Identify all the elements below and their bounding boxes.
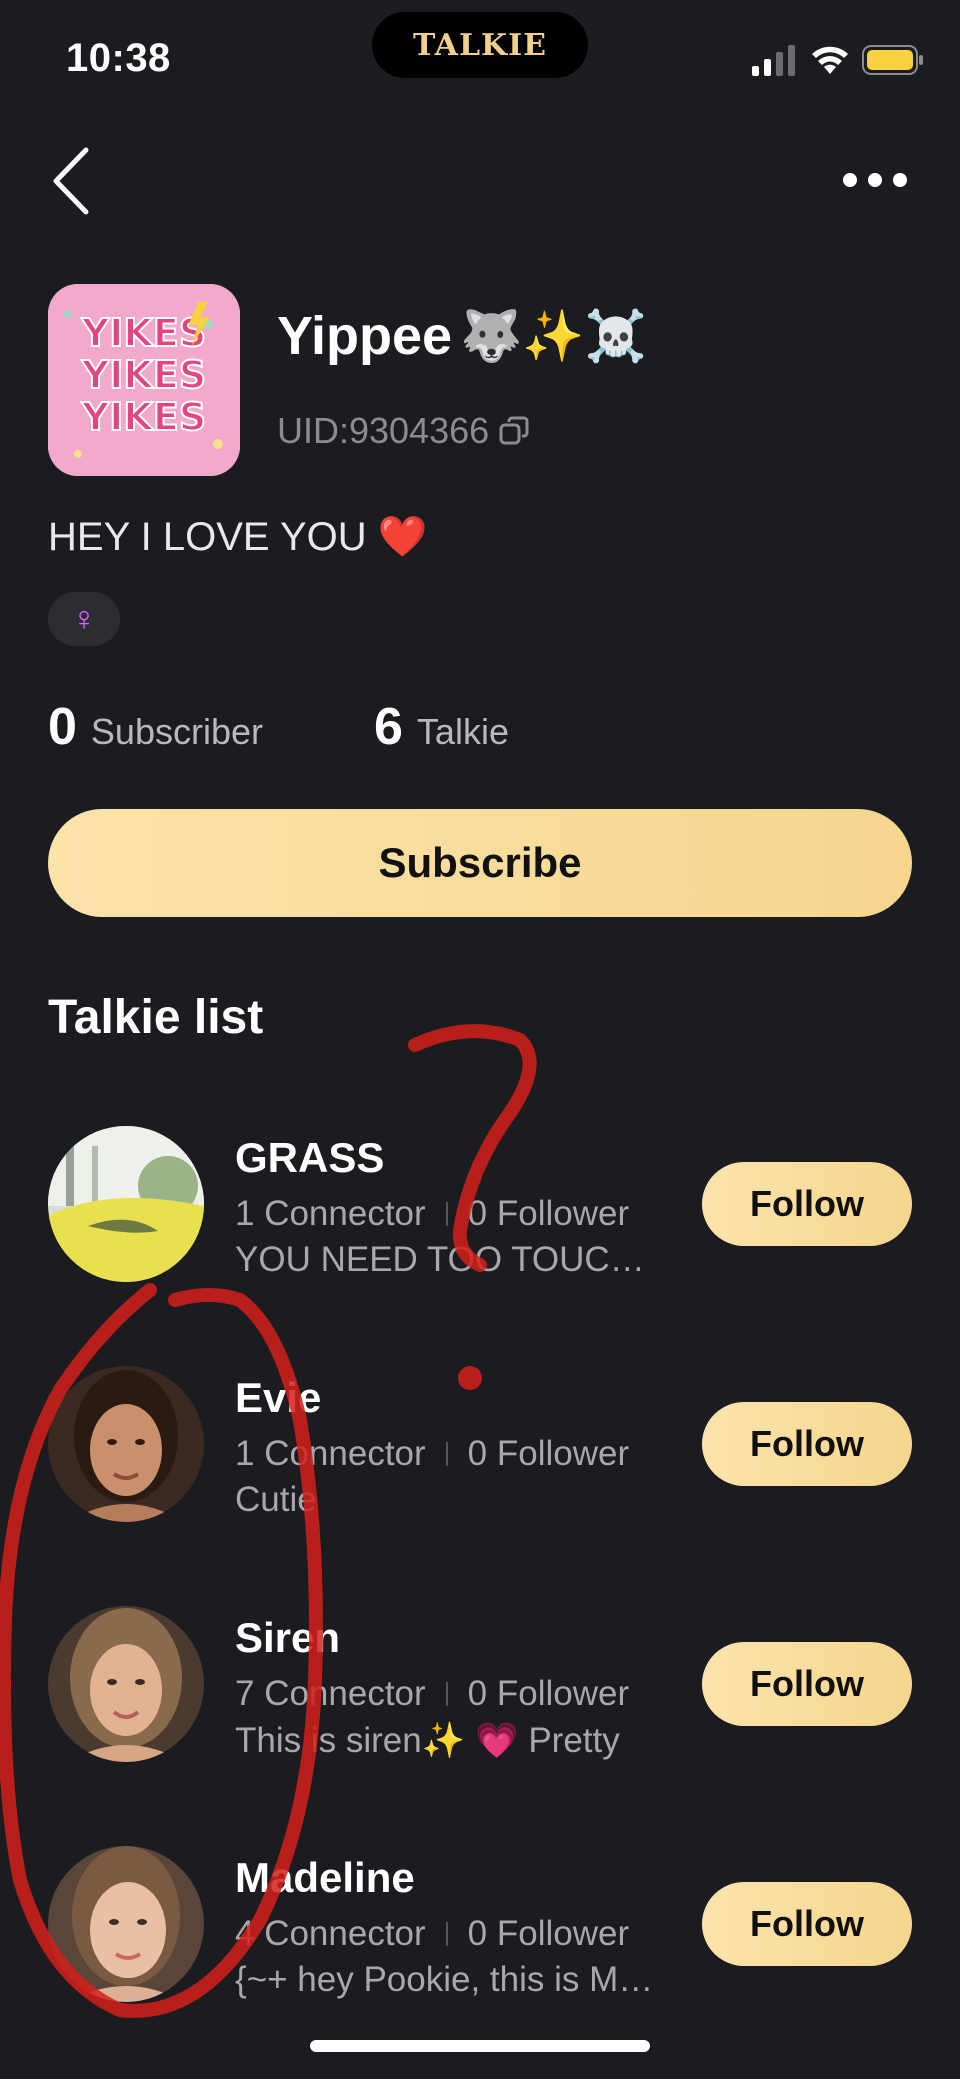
talkie-list-item[interactable]: Evie 1 Connector 0 Follower Cutie Follow [0, 1366, 960, 1566]
divider [445, 1442, 448, 1466]
talkie-label: Talkie [416, 711, 509, 752]
talkie-count: 6 [374, 698, 403, 756]
follow-button[interactable]: Follow [702, 1402, 912, 1486]
follow-button[interactable]: Follow [702, 1642, 912, 1726]
more-options-icon[interactable] [842, 172, 908, 188]
home-indicator [310, 2040, 650, 2052]
woman-avatar [48, 1606, 204, 1762]
follower-count: 0 Follower [467, 1674, 630, 1713]
subscriber-count: 0 [48, 698, 77, 756]
svg-text:YIKES: YIKES [81, 395, 206, 439]
follower-count: 0 Follower [467, 1194, 630, 1233]
subscriber-stat: 0 Subscriber [48, 697, 263, 757]
follow-button[interactable]: Follow [702, 1162, 912, 1246]
wifi-icon [812, 46, 848, 74]
woman-avatar [48, 1366, 204, 1522]
status-time: 10:38 [66, 36, 171, 80]
talkie-logo: TALKIE [412, 27, 548, 63]
battery-icon [862, 45, 923, 75]
talkie-list-title: Talkie list [48, 991, 264, 1044]
talkie-description: Cutie [235, 1480, 317, 1519]
talkie-stats: 1 Connector 0 Follower [235, 1434, 629, 1474]
divider [445, 1682, 448, 1706]
profile-name-text: Yippee [277, 306, 453, 366]
connector-count: 1 Connector [235, 1194, 426, 1233]
subscribe-button[interactable]: Subscribe [48, 809, 912, 917]
svg-text:YIKES: YIKES [81, 311, 206, 355]
talkie-list-item[interactable]: Madeline 4 Connector 0 Follower {~+ hey P… [0, 1846, 960, 2046]
talkie-description: This is siren✨ 💗 Pretty [235, 1721, 620, 1760]
talkie-stats: 1 Connector 0 Follower [235, 1194, 629, 1234]
divider [445, 1922, 448, 1946]
divider [445, 1202, 448, 1226]
talkie-name: Siren [235, 1614, 341, 1661]
female-icon: ♀ [71, 599, 97, 638]
follower-count: 0 Follower [467, 1434, 630, 1473]
talkie-stat: 6 Talkie [374, 697, 509, 757]
connector-count: 1 Connector [235, 1434, 426, 1473]
talkie-name: Madeline [235, 1854, 415, 1901]
talkie-name: Evie [235, 1374, 322, 1421]
copy-icon[interactable] [499, 416, 529, 446]
profile-uid: UID:9304366 [277, 410, 529, 452]
talkie-list-item[interactable]: GRASS 1 Connector 0 Follower YOU NEED TOO… [0, 1126, 960, 1326]
talkie-description: {~+ hey Pookie, this is Madeline [235, 1960, 667, 1999]
talkie-name: GRASS [235, 1134, 385, 1181]
gender-badge: ♀ [48, 592, 120, 646]
talkie-description: YOU NEED TOO TOUCH GRASS [235, 1240, 667, 1279]
back-chevron-icon[interactable] [50, 146, 94, 216]
connector-count: 4 Connector [235, 1914, 426, 1953]
uid-text: UID:9304366 [277, 410, 490, 451]
svg-text:YIKES: YIKES [81, 353, 206, 397]
profile-avatar[interactable]: YIKES YIKES YIKES [48, 284, 240, 476]
talkie-stats: 7 Connector 0 Follower [235, 1674, 629, 1714]
woman-avatar [48, 1846, 204, 2002]
talkie-list-item[interactable]: Siren 7 Connector 0 Follower This is sire… [0, 1606, 960, 1806]
subscriber-label: Subscriber [90, 711, 263, 752]
landscape-avatar [48, 1126, 204, 1282]
follow-button[interactable]: Follow [702, 1882, 912, 1966]
follower-count: 0 Follower [467, 1914, 630, 1953]
cellular-signal-icon [752, 45, 795, 76]
connector-count: 7 Connector [235, 1674, 426, 1713]
profile-name-emojis: 🐺✨☠️ [460, 307, 647, 364]
yikes-avatar-art: YIKES YIKES YIKES [48, 284, 240, 476]
profile-bio: HEY I LOVE YOU ❤️ [48, 515, 428, 559]
profile-name: Yippee 🐺✨☠️ [277, 305, 647, 367]
dynamic-island-logo: TALKIE [372, 12, 588, 78]
talkie-stats: 4 Connector 0 Follower [235, 1914, 629, 1954]
